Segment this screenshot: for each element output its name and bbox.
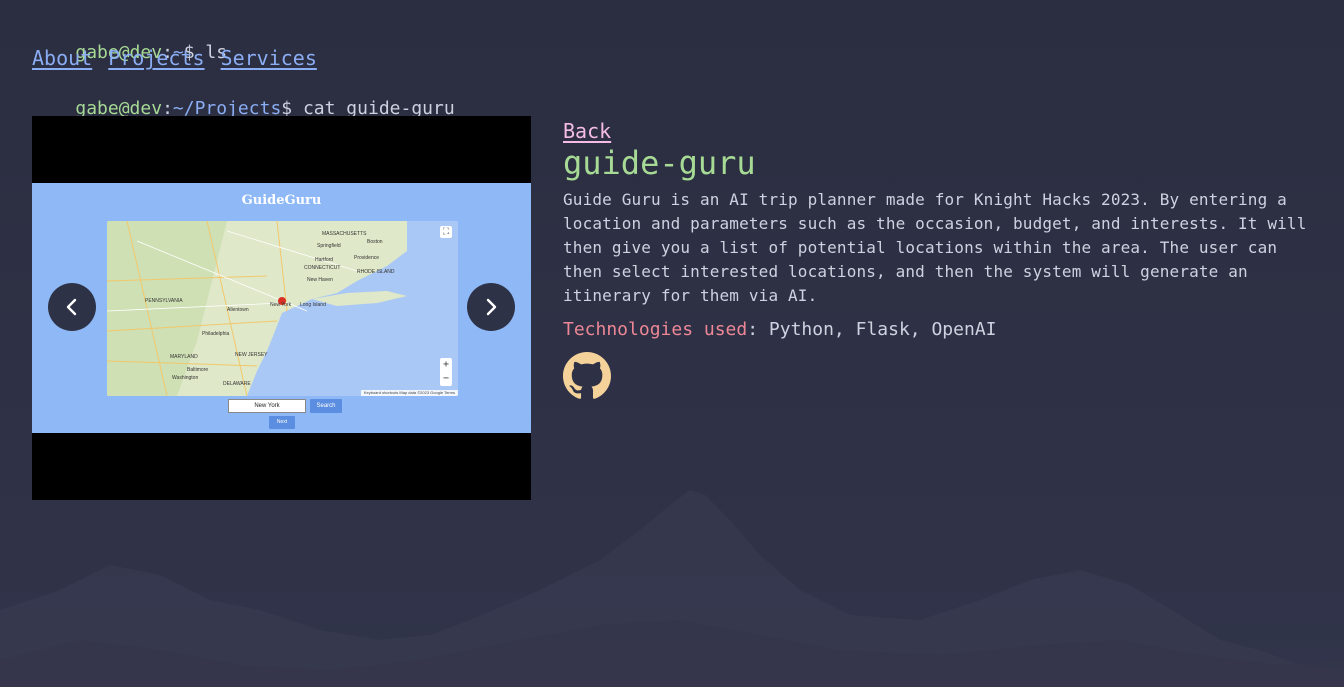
technologies-list: Python, Flask, OpenAI: [758, 319, 997, 340]
map-label: New York: [270, 302, 292, 308]
nav-link-about[interactable]: About: [32, 46, 92, 70]
map-label: MARYLAND: [170, 354, 198, 360]
search-input[interactable]: [228, 399, 306, 413]
nav-link-projects[interactable]: Projects: [108, 46, 204, 70]
map-label: Washington: [172, 375, 199, 381]
map-fullscreen-icon[interactable]: ⛶: [440, 226, 452, 238]
map-label: DELAWARE: [223, 381, 251, 387]
map-label: Springfield: [317, 243, 341, 249]
carousel-next-button[interactable]: [467, 283, 515, 331]
nav-link-services[interactable]: Services: [221, 46, 317, 70]
app-title: GuideGuru: [241, 193, 322, 208]
map-label: MASSACHUSETTS: [322, 231, 367, 237]
map-graphic: [107, 221, 458, 396]
technologies-line: Technologies used: Python, Flask, OpenAI: [563, 318, 997, 342]
carousel-prev-button[interactable]: [48, 283, 96, 331]
github-icon[interactable]: [563, 352, 611, 400]
map-label: RHODE ISLAND: [357, 269, 395, 275]
map-label: CONNECTICUT: [304, 265, 341, 271]
search-button[interactable]: Search: [310, 399, 342, 413]
map-label: New Haven: [307, 277, 333, 283]
project-title: guide-guru: [563, 144, 756, 182]
map-view: MASSACHUSETTS Boston CONNECTICUT RHODE I…: [107, 221, 458, 396]
project-description: Guide Guru is an AI trip planner made fo…: [563, 190, 1307, 305]
next-button[interactable]: Next: [269, 416, 295, 429]
map-label: Long Island: [300, 302, 326, 308]
map-label: Providence: [354, 255, 380, 261]
back-link[interactable]: Back: [563, 118, 611, 144]
carousel-slide: GuideGuru MASSACHUSETTS Boston CONNECTIC…: [32, 183, 531, 433]
map-label: NEW JERSEY: [235, 352, 268, 358]
search-row: Search: [228, 399, 342, 413]
technologies-label: Technologies used: [563, 319, 748, 340]
chevron-left-icon: [66, 298, 77, 316]
map-zoom-control[interactable]: + −: [440, 358, 452, 386]
chevron-right-icon: [486, 298, 497, 316]
map-label: PENNSYLVANIA: [145, 298, 183, 304]
map-attribution: Keyboard shortcuts Map data ©2023 Google…: [360, 390, 458, 396]
map-label: Philadelphia: [202, 331, 230, 337]
technologies-colon: :: [747, 319, 759, 340]
map-label: Baltimore: [187, 367, 209, 373]
map-label: Allentown: [227, 307, 249, 313]
terminal-page: gabe@dev:~$ ls About Projects Services g…: [0, 0, 1344, 687]
screenshot-carousel: GuideGuru MASSACHUSETTS Boston CONNECTIC…: [32, 116, 531, 500]
map-label: Boston: [367, 239, 383, 245]
map-label: Hartford: [315, 257, 334, 263]
nav-links: About Projects Services: [32, 46, 317, 70]
